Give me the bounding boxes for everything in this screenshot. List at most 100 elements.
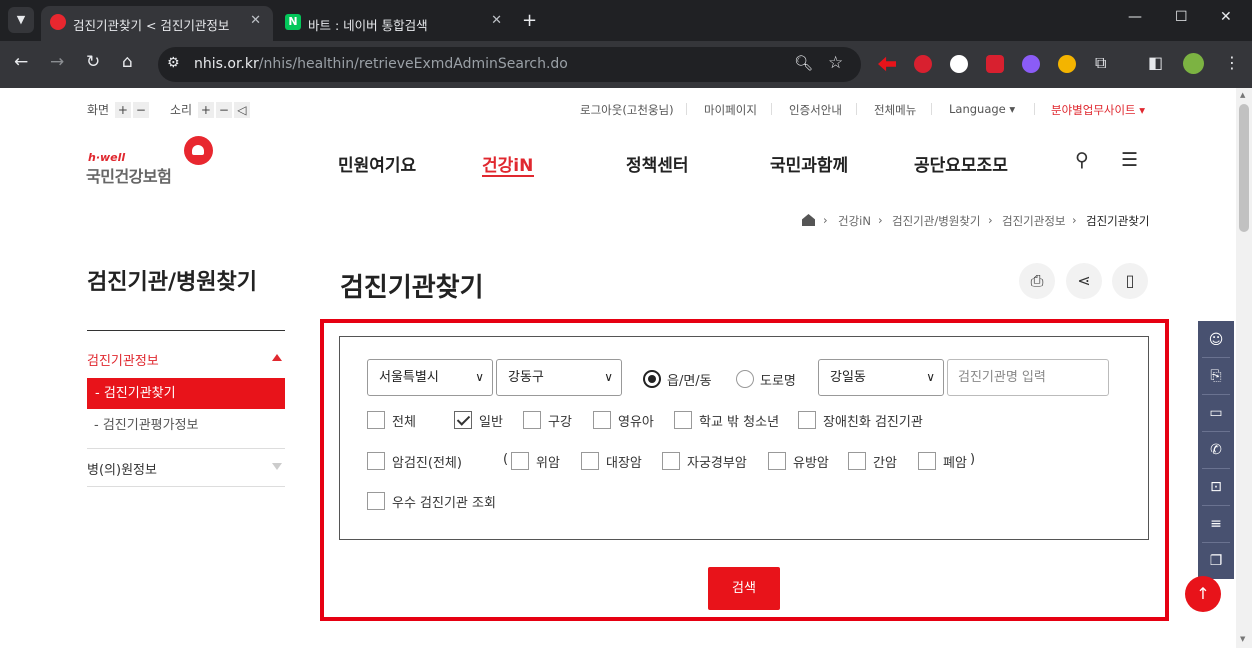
search-button[interactable]: 검색 (708, 567, 780, 610)
sigungu-select[interactable]: 강동구 ∨ (496, 359, 622, 396)
profile-avatar[interactable] (1183, 53, 1204, 74)
side-panel-icon[interactable]: ◧ (1148, 53, 1163, 72)
checkbox-label: 유방암 (793, 456, 829, 471)
lnb-section-exam-info[interactable]: 검진기관정보 (87, 350, 159, 369)
checkbox-cancer-all[interactable] (367, 452, 385, 470)
gnb-civil-service[interactable]: 민원여기요 (338, 151, 416, 176)
extensions-puzzle-icon[interactable]: ⧉ (1095, 53, 1106, 73)
monitor-icon[interactable]: ▭ (1198, 395, 1234, 431)
lnb-item-exam-search[interactable]: - 검진기관찾기 (87, 378, 285, 409)
copy-icon[interactable]: ❐ (1198, 543, 1234, 579)
extension-w-icon[interactable] (1022, 55, 1040, 73)
divider (931, 103, 932, 115)
page-title: 검진기관찾기 (340, 273, 484, 303)
certificate-guide-link[interactable]: 인증서안내 (789, 102, 842, 118)
checkbox-liver-cancer[interactable] (848, 452, 866, 470)
checkbox-oral[interactable] (523, 411, 541, 429)
extension-p-icon[interactable] (950, 55, 968, 73)
tab-search-chevron-icon[interactable]: ▼ (8, 7, 34, 33)
close-tab-icon[interactable]: ✕ (250, 13, 261, 28)
lock-icon[interactable]: ⊡ (1198, 469, 1234, 505)
speaker-icon[interactable]: ◁ (233, 102, 250, 118)
logout-link[interactable]: 로그아웃(고천웅님) (580, 102, 674, 118)
document-search-icon[interactable]: ⎘ (1198, 358, 1234, 394)
user-icon[interactable]: ☺ (1198, 322, 1234, 358)
gnb-health-in[interactable]: 건강iN (482, 151, 533, 176)
sido-select[interactable]: 서울특별시 ∨ (367, 359, 493, 396)
divider (771, 103, 772, 115)
radio-label: 도로명 (760, 374, 796, 389)
new-tab-icon[interactable]: + (522, 10, 537, 31)
volume-down-button[interactable]: − (215, 102, 232, 118)
dong-select[interactable]: 강일동 ∨ (818, 359, 944, 396)
share-icon[interactable]: ⋖ (1066, 263, 1102, 299)
scroll-up-icon[interactable]: ▲ (1240, 91, 1245, 99)
bookmark-star-icon[interactable]: ☆ (828, 53, 843, 73)
checkbox-all[interactable] (367, 411, 385, 429)
page-scrollbar[interactable]: ▲ ▼ (1236, 88, 1252, 648)
bookmark-icon[interactable]: ▯ (1112, 263, 1148, 299)
zoom-in-button[interactable]: + (114, 102, 131, 118)
checkbox-colon-cancer[interactable] (581, 452, 599, 470)
scrollbar-thumb[interactable] (1239, 104, 1249, 232)
language-dropdown[interactable]: Language ▾ (949, 102, 1015, 116)
forward-icon[interactable]: → (50, 52, 64, 72)
gnb-about[interactable]: 공단요모조모 (914, 151, 1008, 176)
institution-name-input[interactable]: 검진기관명 입력 (947, 359, 1109, 396)
scroll-down-icon[interactable]: ▼ (1240, 635, 1245, 643)
lnb-section-hospital-info[interactable]: 병(의)원정보 (87, 459, 157, 478)
home-icon[interactable]: ⌂ (122, 52, 133, 72)
checkbox-stomach-cancer[interactable] (511, 452, 529, 470)
checkbox-infant[interactable] (593, 411, 611, 429)
all-menu-link[interactable]: 전체메뉴 (874, 102, 916, 118)
expand-arrow-icon[interactable] (272, 463, 282, 470)
breadcrumb-item[interactable]: 검진기관/병원찾기 (892, 213, 981, 229)
gnb-with-people[interactable]: 국민과함께 (770, 151, 848, 176)
back-icon[interactable]: ← (14, 52, 28, 72)
collapse-arrow-icon[interactable] (272, 354, 282, 361)
menu-kebab-icon[interactable]: ⋮ (1224, 53, 1240, 72)
close-tab-icon[interactable]: ✕ (491, 13, 502, 28)
checkbox-cervical-cancer[interactable] (662, 452, 680, 470)
extension-media-icon[interactable] (986, 55, 1004, 73)
radio-road-name[interactable] (736, 370, 754, 388)
breadcrumb-item[interactable]: 건강iN (838, 213, 871, 229)
checkbox-breast-cancer[interactable] (768, 452, 786, 470)
zoom-out-button[interactable]: − (132, 102, 149, 118)
mypage-link[interactable]: 마이페이지 (704, 102, 757, 118)
gnb-policy-center[interactable]: 정책센터 (626, 151, 689, 176)
checkbox-label: 영유아 (618, 415, 654, 430)
field-sites-dropdown[interactable]: 분야별업무사이트 ▾ (1051, 102, 1145, 118)
reload-icon[interactable]: ↻ (86, 52, 100, 72)
scroll-to-top-button[interactable]: ↑ (1185, 576, 1221, 612)
address-bar[interactable]: ⚙ nhis.or.kr/nhis/healthin/retrieveExmdA… (158, 47, 861, 82)
hamburger-menu-icon[interactable]: ☰ (1121, 149, 1138, 171)
tab-inactive[interactable]: N 바트 : 네이버 통합검색 ✕ (276, 6, 514, 41)
extension-lock-icon[interactable] (914, 55, 932, 73)
extension-arrow-icon[interactable] (878, 56, 896, 72)
breadcrumb-item[interactable]: 검진기관정보 (1002, 213, 1065, 229)
url-text: nhis.or.kr/nhis/healthin/retrieveExmdAdm… (194, 56, 568, 72)
form-icon[interactable]: ≡ (1198, 506, 1234, 542)
checkbox-out-of-school-youth[interactable] (674, 411, 692, 429)
checkbox-general[interactable] (454, 411, 472, 429)
tab-active[interactable]: 검진기관찾기 < 검진기관정보 ✕ (41, 6, 273, 41)
maximize-icon[interactable]: ☐ (1175, 9, 1188, 25)
checkbox-lung-cancer[interactable] (918, 452, 936, 470)
phone-icon[interactable]: ✆ (1198, 432, 1234, 468)
minimize-icon[interactable]: — (1128, 9, 1142, 25)
checkbox-label: 위암 (536, 456, 560, 471)
radio-eup-myeon-dong[interactable] (643, 370, 661, 388)
lnb-item-exam-evaluation[interactable]: - 검진기관평가정보 (94, 414, 199, 433)
close-window-icon[interactable]: ✕ (1220, 9, 1232, 25)
search-icon[interactable]: ⚲ (1075, 149, 1089, 171)
extension-color-icon[interactable] (1058, 55, 1076, 73)
zoom-icon[interactable]: 🔍︎ (794, 54, 813, 72)
site-info-icon[interactable]: ⚙ (167, 55, 180, 71)
checkbox-excellent-institution[interactable] (367, 492, 385, 510)
checkbox-disability-friendly[interactable] (798, 411, 816, 429)
browser-toolbar: ← → ↻ ⌂ ⚙ nhis.or.kr/nhis/healthin/retri… (0, 41, 1252, 88)
volume-up-button[interactable]: + (197, 102, 214, 118)
home-breadcrumb-icon[interactable] (802, 214, 815, 226)
print-icon[interactable]: ⎙ (1019, 263, 1055, 299)
